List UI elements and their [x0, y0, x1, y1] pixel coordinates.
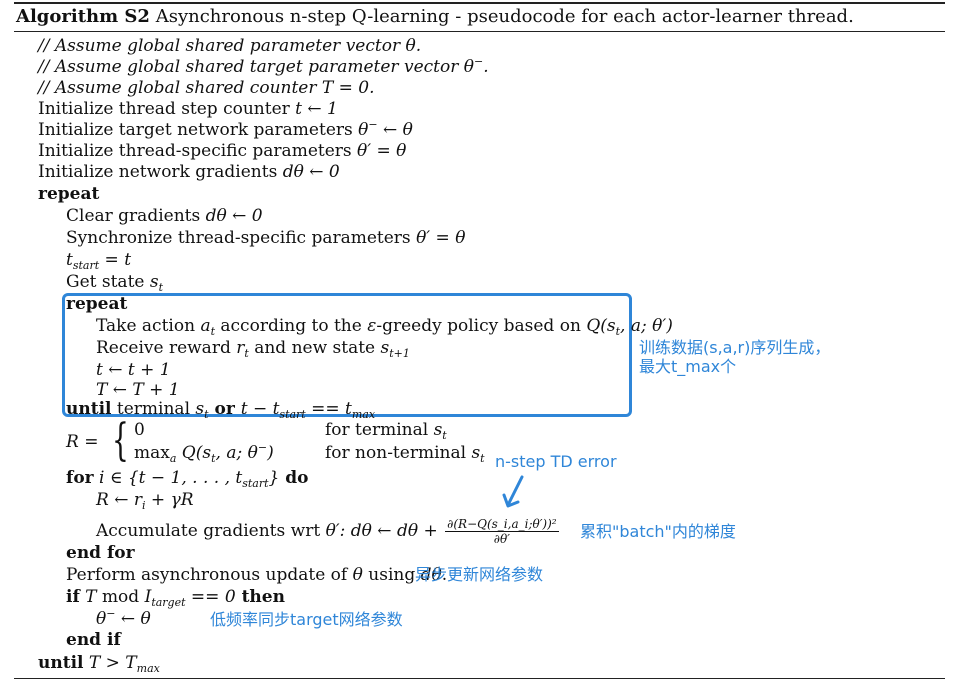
async-update-annotation: 异步更新网络参数 [415, 565, 544, 584]
case-terminal-condition: for terminal st [325, 420, 447, 442]
box-annotation-line-1: 训练数据(s,a,r)序列生成， [639, 338, 831, 357]
batch-annotation: 累积"batch"内的梯度 [580, 522, 736, 541]
code-line-23: end for [66, 543, 135, 563]
code-line-7: Initialize network gradients dθ ← 0 [38, 162, 340, 182]
code-line-1: // Assume global shared parameter vector… [38, 36, 422, 56]
target-sync-annotation: 低频率同步target网络参数 [210, 610, 403, 629]
code-line-26: θ− ← θ [96, 607, 151, 629]
return-definition: R = [66, 432, 99, 452]
code-line-5: Initialize target network parameters θ− … [38, 118, 413, 140]
td-error-arrow-icon [502, 475, 524, 508]
caption-rule [14, 31, 945, 32]
code-line-6: Initialize thread-specific parameters θ′… [38, 141, 407, 161]
cases-brace: { [112, 415, 129, 466]
box-annotation-line-2: 最大t_max个 [639, 357, 737, 376]
algorithm-caption: Algorithm S2 Asynchronous n-step Q-learn… [16, 5, 854, 29]
code-line-13-repeat: repeat [66, 294, 128, 314]
code-line-12: Get state st [66, 272, 164, 294]
code-line-21: R ← ri + γR [96, 490, 194, 512]
code-line-3: // Assume global shared counter T = 0. [38, 78, 375, 98]
code-line-25: if T mod Itarget == 0 then [66, 587, 285, 609]
code-line-9: Clear gradients dθ ← 0 [66, 206, 263, 226]
td-error-annotation: n-step TD error [495, 452, 617, 471]
case-nonterminal-condition: for non-terminal st [325, 443, 485, 465]
code-line-8-repeat: repeat [38, 184, 100, 204]
code-line-28: until T > Tmax [38, 653, 160, 675]
code-line-15: Receive reward rt and new state st+1 [96, 338, 410, 360]
code-line-14: Take action at according to the ε-greedy… [96, 316, 673, 338]
algorithm-label: Algorithm S2 [16, 6, 150, 27]
code-line-11: tstart = t [66, 250, 132, 272]
top-rule [14, 2, 945, 4]
code-line-24: Perform asynchronous update of θ using d… [66, 565, 448, 585]
code-line-2: // Assume global shared target parameter… [38, 55, 489, 77]
gradient-fraction: ∂(R−Q(s_i,a_i;θ′))² ∂θ′ [445, 517, 559, 546]
code-line-22: Accumulate gradients wrt θ′: dθ ← dθ + ∂… [96, 517, 559, 546]
code-line-10: Synchronize thread-specific parameters θ… [66, 228, 466, 248]
code-line-27: end if [66, 630, 121, 650]
case-terminal-value: 0 [134, 420, 145, 440]
bottom-rule [14, 678, 945, 679]
case-nonterminal-value: maxa Q(st, a; θ−) [134, 441, 274, 465]
code-line-20: for i ∈ {t − 1, . . . , tstart} do [66, 468, 309, 490]
algorithm-title: Asynchronous n-step Q-learning - pseudoc… [155, 6, 854, 27]
code-line-4: Initialize thread step counter t ← 1 [38, 99, 338, 119]
code-line-17: T ← T + 1 [96, 380, 180, 400]
code-line-16: t ← t + 1 [96, 360, 171, 380]
